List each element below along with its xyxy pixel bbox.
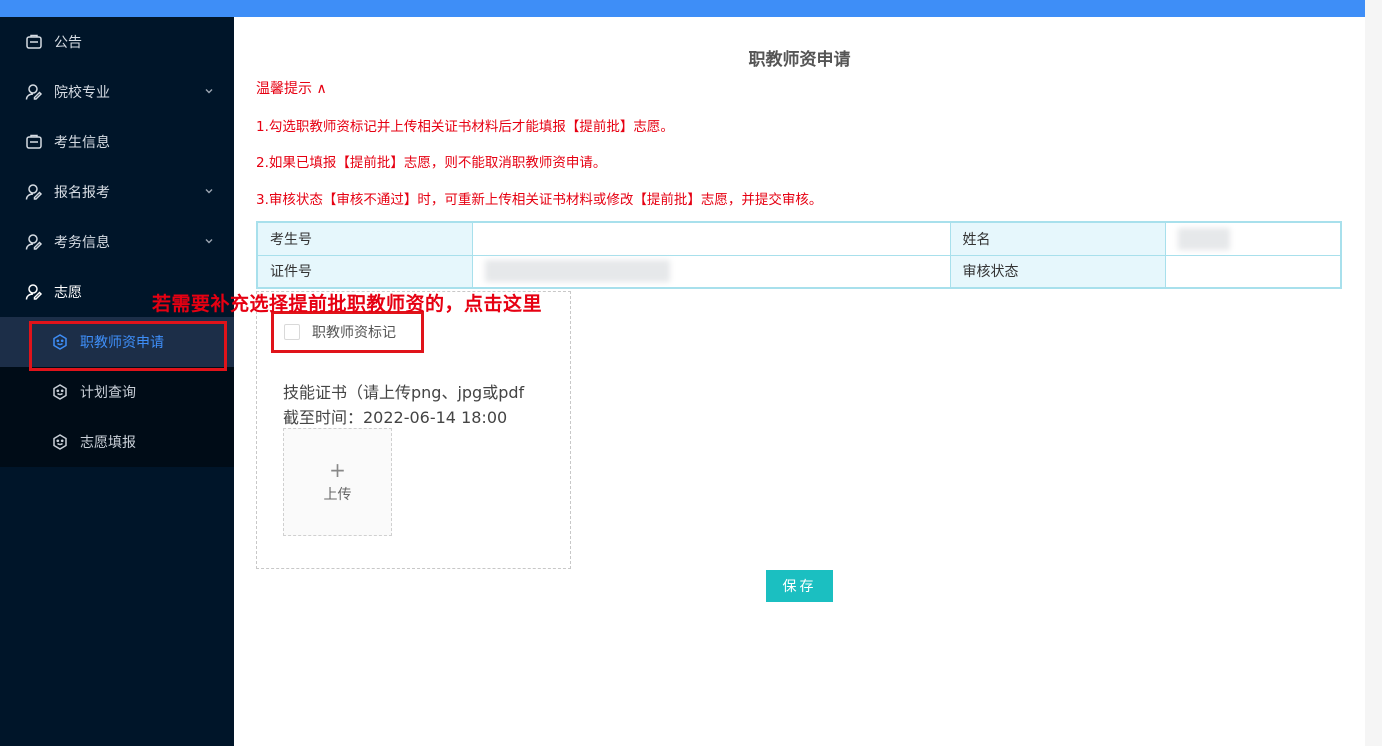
- scroll-gutter: [1365, 0, 1382, 746]
- sidebar-item-label: 公告: [54, 35, 82, 51]
- chevron-down-icon: [205, 89, 213, 94]
- name-label: 姓名: [949, 221, 1166, 256]
- redacted-value: [1177, 227, 1230, 250]
- exam-no-value: [471, 221, 951, 256]
- plus-icon: +: [329, 458, 346, 482]
- sidebar-item-label: 考务信息: [54, 235, 110, 251]
- sidebar-item-volunteer-fill[interactable]: 志愿填报: [0, 417, 234, 467]
- tip-line: 2.如果已填报【提前批】志愿，则不能取消职教师资申请。: [256, 155, 607, 171]
- highlight-box-menu: [29, 321, 227, 371]
- sidebar-item-label: 院校专业: [54, 85, 110, 101]
- certificate-instruction: 技能证书（请上传png、jpg或pdf: [283, 383, 525, 402]
- status-label: 审核状态: [949, 254, 1166, 289]
- sidebar-item-label: 报名报考: [54, 185, 110, 201]
- annotation-callout: 若需要补充选择提前批职教师资的，点击这里: [152, 293, 543, 315]
- sidebar-item-exam-affairs[interactable]: 考务信息: [0, 217, 234, 267]
- chevron-down-icon: [205, 239, 213, 244]
- sidebar-item-notice[interactable]: 公告: [0, 17, 234, 67]
- sidebar-item-label: 计划查询: [80, 385, 136, 401]
- page-title: 职教师资申请: [748, 50, 851, 70]
- top-bar: [0, 0, 1365, 17]
- certificate-deadline: 截至时间：2022-06-14 18:00: [283, 408, 508, 427]
- user-icon: [24, 232, 44, 252]
- smile-icon: [50, 382, 70, 402]
- redacted-value: [484, 260, 670, 283]
- sidebar-item-schools[interactable]: 院校专业: [0, 67, 234, 117]
- id-value: [471, 254, 951, 289]
- table-row: 证件号 审核状态: [256, 254, 1342, 289]
- notice-icon: [24, 132, 44, 152]
- upload-label: 上传: [323, 487, 352, 503]
- user-icon: [24, 82, 44, 102]
- student-info-table: 考生号 姓名 证件号 审核状态: [256, 221, 1342, 289]
- exam-no-label: 考生号: [256, 221, 473, 256]
- tip-line: 3.审核状态【审核不通过】时，可重新上传相关证书材料或修改【提前批】志愿，并提交…: [256, 192, 823, 208]
- sidebar-item-plan-query[interactable]: 计划查询: [0, 367, 234, 417]
- sidebar-item-label: 考生信息: [54, 135, 110, 151]
- smile-icon: [50, 432, 70, 452]
- table-row: 考生号 姓名: [256, 221, 1342, 256]
- id-label: 证件号: [256, 254, 473, 289]
- tip-line: 1.勾选职教师资标记并上传相关证书材料后才能填报【提前批】志愿。: [256, 119, 674, 135]
- chevron-down-icon: [205, 189, 213, 194]
- tips-toggle[interactable]: 温馨提示 ∧: [256, 78, 327, 98]
- sidebar-item-student-info[interactable]: 考生信息: [0, 117, 234, 167]
- upload-button[interactable]: + 上传: [283, 428, 392, 536]
- save-button[interactable]: 保存: [766, 570, 833, 602]
- sidebar-item-registration[interactable]: 报名报考: [0, 167, 234, 217]
- highlight-box-checkbox: [271, 311, 424, 353]
- certificate-info: 技能证书（请上传png、jpg或pdf 截至时间：2022-06-14 18:0…: [283, 380, 524, 430]
- sidebar-item-label: 志愿: [54, 285, 82, 301]
- notice-icon: [24, 32, 44, 52]
- user-icon: [24, 182, 44, 202]
- sidebar-item-label: 志愿填报: [80, 435, 136, 451]
- sidebar: 公告 院校专业 考生信息 报名报考 考务信息 志愿 职教师资申请 计划查询 志愿…: [0, 17, 234, 746]
- user-icon: [24, 282, 44, 302]
- status-value: [1164, 254, 1342, 289]
- name-value: [1164, 221, 1342, 256]
